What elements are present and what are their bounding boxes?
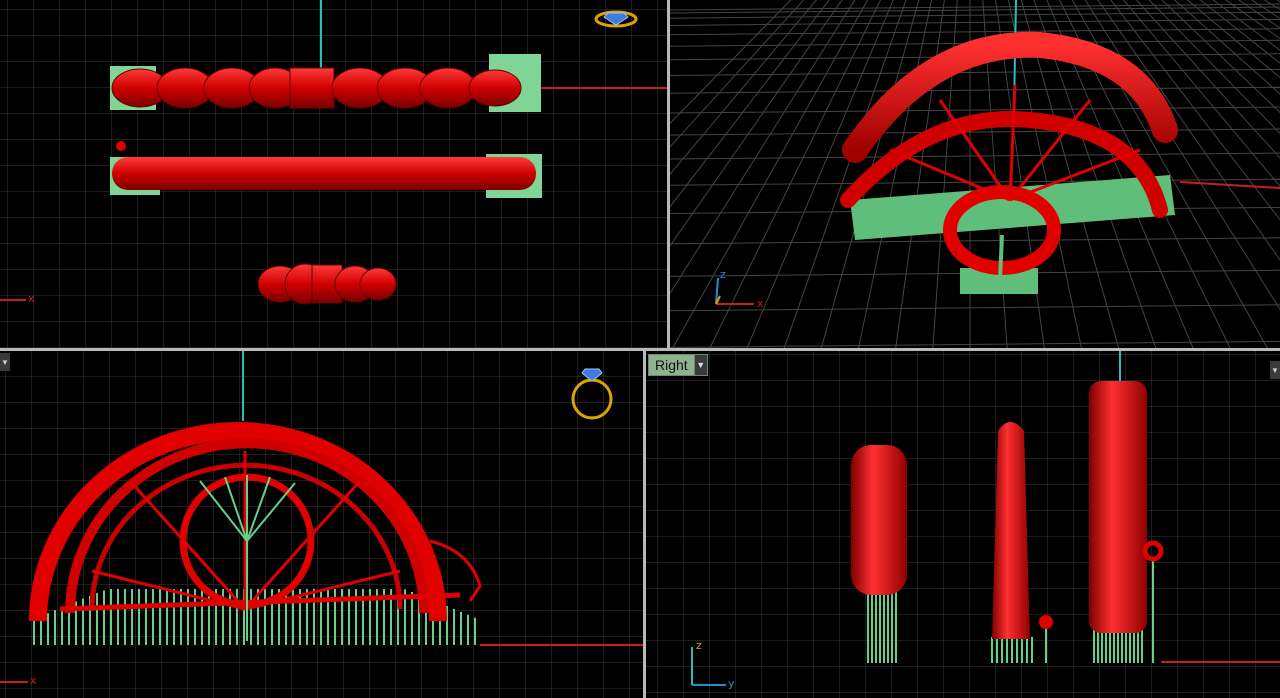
chain-bracelet-top — [111, 67, 522, 109]
viewport-front[interactable]: ▼ x — [0, 351, 643, 698]
dropdown-arrow-icon[interactable]: ▼ — [693, 355, 707, 375]
viewport-title: Right — [649, 355, 694, 375]
sprue-point — [116, 141, 126, 151]
viewport-top-canvas[interactable] — [0, 0, 667, 348]
viewport-perspective-canvas[interactable] — [670, 0, 1280, 348]
support-base — [850, 175, 1175, 240]
viewport-label-right[interactable]: Right ▼ — [648, 354, 708, 376]
chain-ring-side — [851, 445, 907, 595]
viewport-top[interactable]: x — [0, 0, 667, 348]
x-axis-label: x — [28, 292, 35, 305]
dropdown-arrow-icon[interactable]: ▼ — [0, 353, 10, 371]
z-axis-label: z — [696, 639, 702, 652]
y-axis-label: y — [728, 677, 735, 690]
x-axis-label: x — [757, 297, 764, 310]
z-axis-label: z — [720, 268, 726, 281]
x-axis-label: x — [30, 674, 37, 687]
bangle-side — [992, 422, 1030, 639]
dropdown-arrow-icon[interactable]: ▼ — [1270, 361, 1280, 379]
sprue-point — [1039, 615, 1053, 629]
chain-ring-top — [257, 263, 397, 305]
x-axis-line — [1179, 181, 1280, 189]
chain-bracelet-side — [1089, 381, 1147, 633]
viewport-divider-vertical-top[interactable] — [667, 0, 670, 348]
viewport-front-canvas[interactable] — [0, 351, 643, 698]
viewport-divider-vertical-bottom[interactable] — [643, 351, 646, 698]
ring-support — [998, 234, 1004, 281]
viewport-right[interactable]: Right ▼ ▼ z y — [646, 351, 1280, 698]
bangle-top — [112, 157, 536, 190]
viewport-divider-horizontal[interactable] — [0, 348, 1280, 351]
viewport-right-canvas[interactable] — [646, 351, 1280, 698]
viewport-perspective[interactable]: z x — [670, 0, 1280, 348]
